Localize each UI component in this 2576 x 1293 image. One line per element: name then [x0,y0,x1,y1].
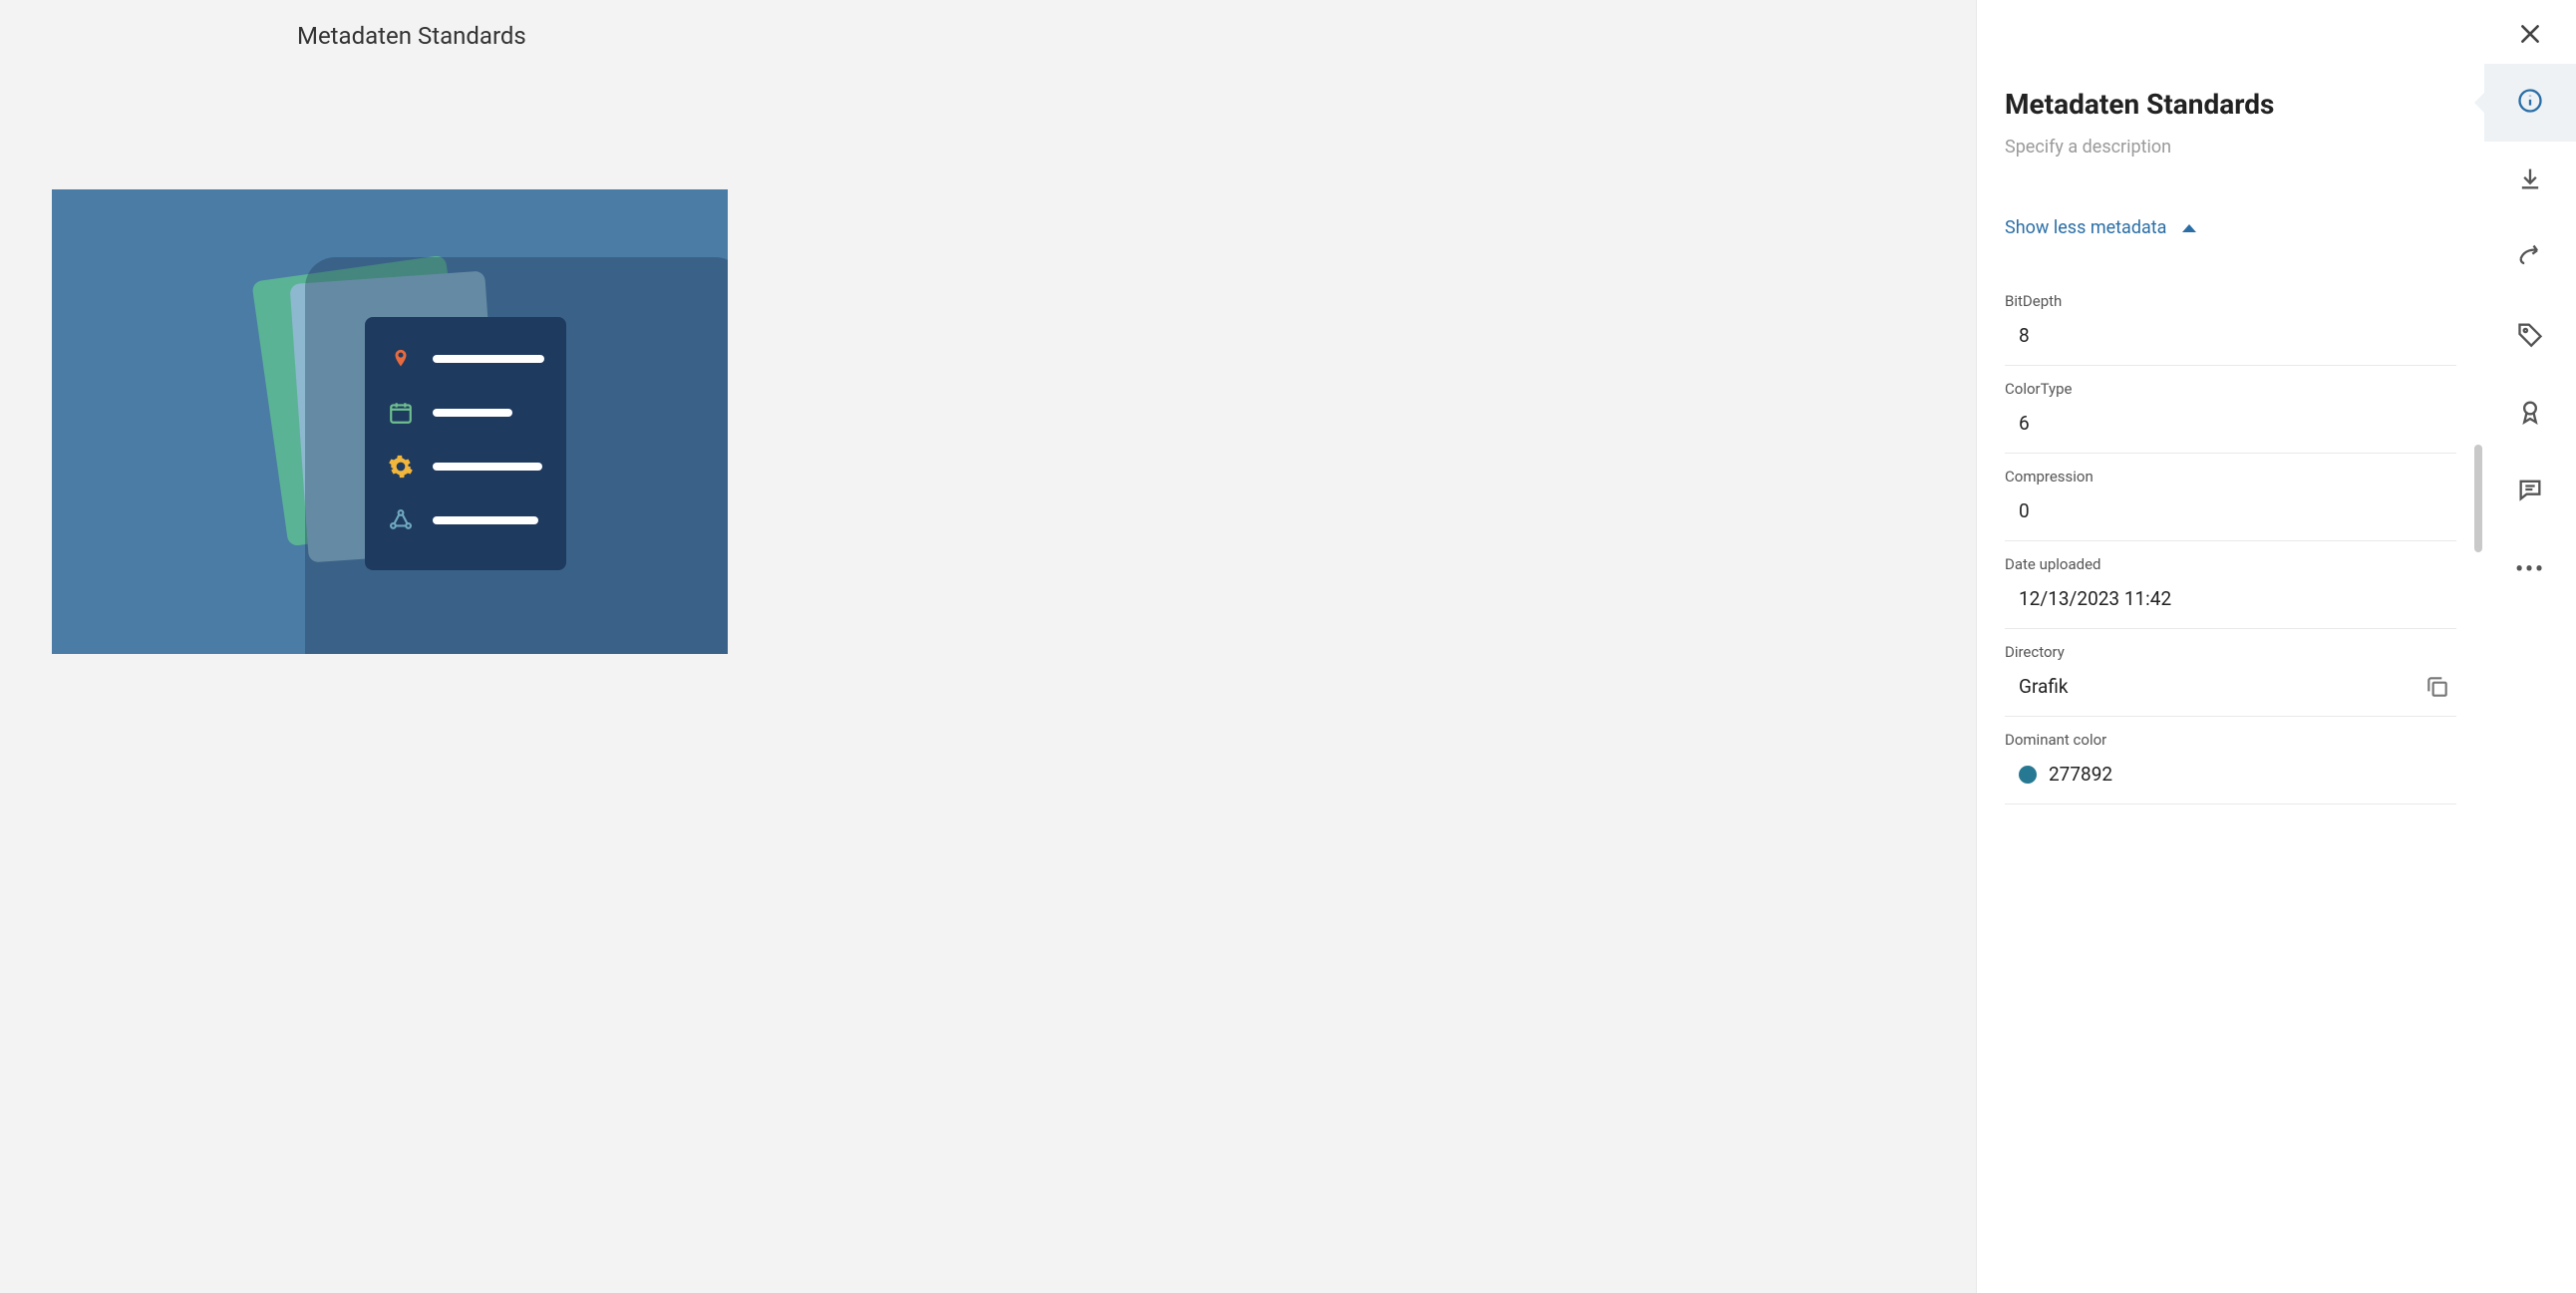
download-icon [2516,164,2544,196]
more-button[interactable]: ••• [2484,530,2576,608]
metadata-label: Compression [2005,468,2456,485]
detail-title: Metadaten Standards [2005,88,2456,121]
caret-up-icon [2182,224,2196,232]
card-line [433,409,512,417]
nodes-icon [387,506,415,534]
card-line [433,516,538,524]
comment-button[interactable] [2484,453,2576,530]
description-input[interactable]: Specify a description [2005,137,2456,158]
metadata-value-text: 6 [2019,412,2030,435]
preview-column: Metadaten Standards [0,0,1976,1293]
more-icon: ••• [2515,557,2545,582]
metadata-label: BitDepth [2005,292,2456,310]
metadata-label: Directory [2005,643,2456,661]
award-button[interactable] [2484,375,2576,453]
metadata-value: Grafik [2005,675,2456,698]
metadata-value: 0 [2005,499,2456,522]
card-line [433,463,542,471]
toggle-metadata-button[interactable]: Show less metadata [2005,217,2456,238]
metadata-label: Dominant color [2005,731,2456,749]
tag-button[interactable] [2484,297,2576,375]
metadata-label: ColorType [2005,380,2456,398]
download-button[interactable] [2484,142,2576,219]
pin-icon [387,345,415,373]
info-button[interactable] [2484,64,2576,142]
preview-image-wrap [0,50,1976,654]
card-front [365,317,566,570]
copy-button[interactable] [2424,674,2450,700]
metadata-item: Directory Grafik [2005,629,2456,717]
tag-icon [2516,320,2544,352]
share-icon [2516,242,2544,274]
metadata-value: 12/13/2023 11:42 [2005,587,2456,610]
share-button[interactable] [2484,219,2576,297]
metadata-list: BitDepth 8 ColorType 6 Compression 0 Date uplo… [2005,278,2456,805]
close-button[interactable] [2510,14,2550,54]
metadata-item: Date uploaded 12/13/2023 11:42 [2005,541,2456,629]
metadata-value: 6 [2005,412,2456,435]
info-icon [2516,87,2544,119]
metadata-item: Compression 0 [2005,454,2456,541]
metadata-item: ColorType 6 [2005,366,2456,454]
metadata-value-text: 12/13/2023 11:42 [2019,587,2171,610]
card-line [433,355,544,363]
metadata-value: 8 [2005,324,2456,347]
preview-title: Metadaten Standards [0,0,1976,50]
metadata-value-text: 277892 [2049,763,2112,786]
metadata-value-text: 0 [2019,499,2030,522]
metadata-item: Dominant color 277892 [2005,717,2456,805]
scrollbar-thumb[interactable] [2474,445,2482,552]
gear-icon [387,453,415,481]
calendar-icon [387,399,415,427]
color-swatch [2019,766,2037,784]
award-icon [2516,398,2544,430]
comment-icon [2516,476,2544,507]
detail-scroll[interactable]: Metadaten Standards Specify a descriptio… [1977,0,2484,1293]
preview-image [52,189,728,654]
toggle-metadata-label: Show less metadata [2005,217,2166,238]
right-rail: ••• [2484,0,2576,1293]
app-root: Metadaten Standards [0,0,2576,1293]
metadata-value: 277892 [2005,763,2456,786]
metadata-value-text: 8 [2019,324,2030,347]
metadata-item: BitDepth 8 [2005,278,2456,366]
metadata-label: Date uploaded [2005,555,2456,573]
metadata-value-text: Grafik [2019,675,2069,698]
detail-panel: Metadaten Standards Specify a descriptio… [1976,0,2484,1293]
